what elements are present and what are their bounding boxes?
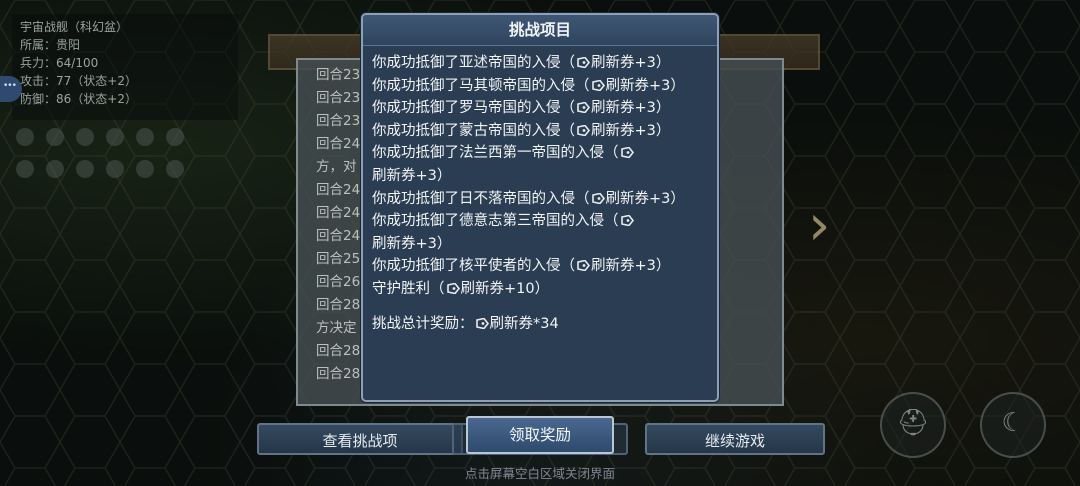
chevron-right-icon[interactable]: › [808, 196, 832, 256]
entry-text: 你成功抵御了马其顿帝国的入侵（ [372, 77, 590, 94]
challenge-entry: 你成功抵御了核平使者的入侵（ 刷新券+3） [372, 255, 707, 278]
entry-text: 你成功抵御了德意志第三帝国的入侵（ [372, 213, 619, 230]
unit-info-line: 兵力：64/100 [20, 56, 99, 70]
unit-info-line: 攻击：77（状态+2） [20, 74, 137, 88]
refresh-ticket-icon [591, 192, 605, 204]
entry-reward: 刷新券+3） [372, 235, 452, 252]
moon-sleep-icon[interactable]: ☾ [980, 392, 1046, 458]
continue-game-button[interactable]: 继续游戏 [645, 423, 825, 455]
challenge-entry: 你成功抵御了蒙古帝国的入侵（ 刷新券+3） [372, 120, 707, 143]
entry-text: 你成功抵御了蒙古帝国的入侵（ [372, 122, 575, 139]
claim-reward-button[interactable]: 领取奖励 [466, 416, 614, 454]
total-label: 挑战总计奖励： [372, 315, 474, 332]
unit-info-line: 防御：86（状态+2） [20, 92, 137, 106]
refresh-ticket-icon [577, 57, 590, 68]
challenge-entry: 你成功抵御了德意志第三帝国的入侵（ 刷新券+3） [372, 210, 707, 255]
unit-info-line: 宇宙战舰（科幻盆） [20, 20, 129, 34]
view-challenges-button[interactable]: 查看挑战项 [257, 423, 463, 455]
entry-text: 你成功抵御了法兰西第一帝国的入侵（ [372, 145, 619, 162]
refresh-ticket-icon [577, 102, 590, 114]
unit-icon-row [16, 128, 216, 188]
challenge-modal: 挑战项目 你成功抵御了亚述帝国的入侵（ 刷新券+3） 你成功抵御了马其顿帝国的入侵… [361, 13, 719, 402]
refresh-ticket-icon [620, 147, 634, 159]
refresh-ticket-icon [620, 215, 634, 227]
refresh-ticket-icon [577, 124, 590, 136]
challenge-entry: 你成功抵御了日不落帝国的入侵（ 刷新券+3） [372, 188, 707, 211]
total-reward: 刷新券*34 [489, 315, 559, 332]
entry-reward: 刷新券+3） [591, 100, 671, 117]
refresh-ticket-icon [577, 260, 590, 272]
entry-reward: 刷新券+3） [372, 167, 452, 184]
unit-info-line: 所属：贵阳 [20, 38, 81, 52]
entry-text: 你成功抵御了罗马帝国的入侵（ [372, 100, 575, 117]
entry-reward: 刷新券+3） [591, 258, 671, 275]
entry-reward: 刷新券+10） [460, 280, 550, 297]
entry-text: 你成功抵御了亚述帝国的入侵（ [372, 55, 575, 71]
modal-title: 挑战项目 [363, 15, 717, 46]
entry-text: 你成功抵御了日不落帝国的入侵（ [372, 190, 590, 207]
challenge-entry: 你成功抵御了罗马帝国的入侵（ 刷新券+3） [372, 97, 707, 120]
entry-reward: 刷新券+3） [605, 190, 685, 207]
refresh-ticket-icon [475, 317, 489, 329]
entry-reward: 刷新券+3） [591, 55, 671, 71]
total-reward-line: 挑战总计奖励： 刷新券*34 [372, 313, 707, 336]
entry-text: 守护胜利（ [372, 280, 445, 297]
unit-info-panel: 宇宙战舰（科幻盆） 所属：贵阳 兵力：64/100 攻击：77（状态+2） 防御… [12, 14, 238, 120]
entry-reward: 刷新券+3） [591, 122, 671, 139]
challenge-entry: 守护胜利（ 刷新券+10） [372, 278, 707, 301]
helmet-icon[interactable]: ⛑ [880, 392, 946, 458]
refresh-ticket-icon [591, 79, 605, 91]
refresh-ticket-icon [446, 282, 460, 294]
challenge-entry: 你成功抵御了马其顿帝国的入侵（ 刷新券+3） [372, 75, 707, 98]
entry-reward: 刷新券+3） [605, 77, 685, 94]
close-hint: 点击屏幕空白区域关闭界面 [464, 466, 615, 481]
challenge-entry: 你成功抵御了法兰西第一帝国的入侵（ 刷新券+3） [372, 142, 707, 187]
challenge-list: 你成功抵御了亚述帝国的入侵（ 刷新券+3） 你成功抵御了马其顿帝国的入侵（ 刷新券+… [363, 46, 717, 335]
entry-text: 你成功抵御了核平使者的入侵（ [372, 258, 575, 275]
challenge-entry: 你成功抵御了亚述帝国的入侵（ 刷新券+3） [372, 52, 707, 75]
